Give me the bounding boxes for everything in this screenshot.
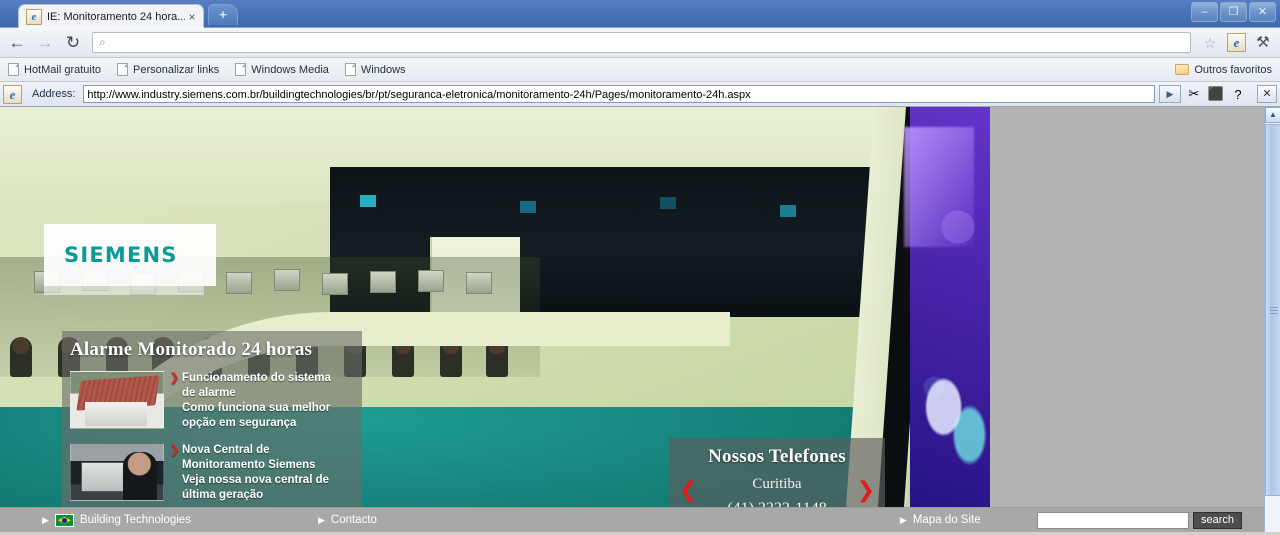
restore-button[interactable]: ❐ [1220, 2, 1247, 22]
promo-item-alarme[interactable]: ❯ Funcionamento do sistema de alarme Com… [62, 371, 362, 443]
addons-icon[interactable]: ⬛ [1207, 85, 1225, 103]
page-icon [344, 63, 356, 76]
bookmarks-bar: HotMail gratuito Personalizar links Wind… [0, 58, 1280, 82]
scrollbar-grip [1270, 307, 1278, 314]
bookmark-label: HotMail gratuito [24, 63, 102, 76]
address-input[interactable]: http://www.industry.siemens.com.br/build… [83, 85, 1155, 103]
phones-city: Curitiba [752, 476, 802, 492]
brazil-flag-icon [54, 513, 74, 527]
new-tab-button[interactable]: + [208, 4, 238, 25]
bookmark-label: Personalizar links [133, 63, 220, 76]
close-icon[interactable]: × [185, 11, 199, 23]
help-icon[interactable]: ? [1229, 85, 1247, 103]
siemens-logo[interactable]: SIEMENS [44, 224, 216, 286]
page-icon [117, 63, 129, 76]
chevron-right-icon: ❯ [170, 444, 180, 456]
plus-icon: + [219, 7, 227, 22]
ie-favicon [26, 8, 42, 25]
ie-icon [3, 84, 22, 104]
promo-line-2: Monitoramento Siemens [182, 459, 316, 471]
phones-title: Nossos Telefones [708, 446, 846, 467]
promo-line-4: opção em segurança [182, 417, 297, 429]
search-input[interactable] [1036, 511, 1189, 529]
chevron-right-icon: ❯ [170, 372, 180, 384]
tab-title: IE: Monitoramento 24 hora... [47, 10, 185, 23]
bookmark-windows[interactable]: Windows [344, 63, 406, 76]
promo-heading: Alarme Monitorado 24 horas [70, 339, 313, 360]
bookmark-star-icon[interactable]: ☆ [1199, 32, 1221, 54]
promo-item-central[interactable]: ❯ Nova Central de Monitoramento Siemens … [62, 443, 362, 515]
scrollbar-thumb[interactable] [1265, 124, 1280, 496]
web-page: SIEMENS Alarme Monitorado 24 horas ❯ Fun… [0, 107, 1264, 532]
footer-link-label: Mapa do Site [912, 514, 981, 526]
bookmark-personalizar-links[interactable]: Personalizar links [117, 63, 219, 76]
operator-thumbnail[interactable] [70, 443, 164, 501]
wrench-icon[interactable]: ⚒ [1252, 32, 1274, 54]
promo-panel: Alarme Monitorado 24 horas ❯ Funcionamen… [62, 331, 362, 532]
chevron-right-icon[interactable]: ❯ [857, 480, 875, 502]
footer-link-label: Building Technologies [79, 514, 191, 526]
go-button[interactable]: ▶ [1159, 85, 1181, 103]
chevron-left-icon[interactable]: ❮ [679, 480, 697, 502]
ie-tab-icon[interactable] [1227, 33, 1246, 52]
footer-link-mapa-do-site[interactable]: ▶ Mapa do Site [900, 514, 981, 526]
logo-underline [44, 286, 204, 295]
folder-icon [1175, 64, 1190, 75]
close-button[interactable]: ✕ [1249, 2, 1276, 22]
window-controls: – ❐ ✕ [1191, 2, 1276, 22]
minimize-button[interactable]: – [1191, 2, 1218, 22]
search-icon: ⌕ [99, 35, 106, 49]
house-thumbnail[interactable] [70, 371, 164, 429]
hero-video-wall [910, 107, 990, 507]
page-footer: ▶ Building Technologies ▶ Contacto ▶ Map… [0, 507, 1264, 532]
page-viewport: SIEMENS Alarme Monitorado 24 horas ❯ Fun… [0, 107, 1280, 532]
promo-line-2: de alarme [182, 387, 236, 399]
triangle-right-icon: ▶ [317, 515, 325, 525]
forward-icon[interactable]: → [34, 32, 56, 54]
bookmark-label: Windows Media [251, 63, 329, 76]
close-addressbar-button[interactable]: ✕ [1257, 85, 1277, 103]
footer-link-label: Contacto [330, 514, 377, 526]
siemens-wordmark: SIEMENS [64, 243, 178, 267]
footer-link-building-technologies[interactable]: ▶ Building Technologies [42, 513, 191, 527]
address-label: Address: [32, 88, 76, 100]
promo-line-3: Veja nossa nova central de [182, 474, 330, 486]
bookmark-other-favorites[interactable]: Outros favoritos [1175, 64, 1272, 76]
promo-item-text: ❯ Nova Central de Monitoramento Siemens … [170, 443, 330, 503]
navigation-toolbar: ← → ↻ ⌕ ☆ ⚒ [0, 28, 1280, 58]
tools-icon[interactable]: ✂ [1185, 85, 1203, 103]
vertical-scrollbar[interactable]: ▲ [1264, 107, 1280, 532]
triangle-right-icon: ▶ [899, 515, 907, 525]
bookmark-label: Windows [360, 63, 406, 76]
tab-strip: IE: Monitoramento 24 hora... × + – ❐ ✕ [0, 0, 1280, 28]
scroll-up-button[interactable]: ▲ [1265, 107, 1280, 123]
footer-link-contacto[interactable]: ▶ Contacto [318, 514, 377, 526]
page-icon [8, 63, 19, 76]
promo-line-4: última geração [182, 489, 264, 501]
promo-line-1: Nova Central de [182, 444, 270, 456]
bookmark-label: Outros favoritos [1194, 63, 1272, 76]
footer-search: search [1036, 511, 1242, 529]
promo-line-3: Como funciona sua melhor [182, 402, 331, 414]
browser-tab[interactable]: IE: Monitoramento 24 hora... × [18, 4, 204, 28]
promo-item-text: ❯ Funcionamento do sistema de alarme Com… [170, 371, 331, 431]
browser-window: IE: Monitoramento 24 hora... × + – ❐ ✕ ←… [0, 0, 1280, 535]
triangle-right-icon: ▶ [42, 515, 49, 525]
promo-line-1: Funcionamento do sistema [182, 372, 331, 384]
bookmark-windows-media[interactable]: Windows Media [235, 63, 329, 76]
address-bar: Address: http://www.industry.siemens.com… [0, 82, 1280, 107]
bookmark-hotmail[interactable]: HotMail gratuito [8, 63, 101, 76]
omnibox[interactable]: ⌕ [92, 32, 1191, 53]
back-icon[interactable]: ← [6, 32, 28, 54]
reload-icon[interactable]: ↻ [62, 32, 84, 54]
search-button[interactable]: search [1192, 511, 1242, 529]
page-icon [235, 63, 247, 76]
